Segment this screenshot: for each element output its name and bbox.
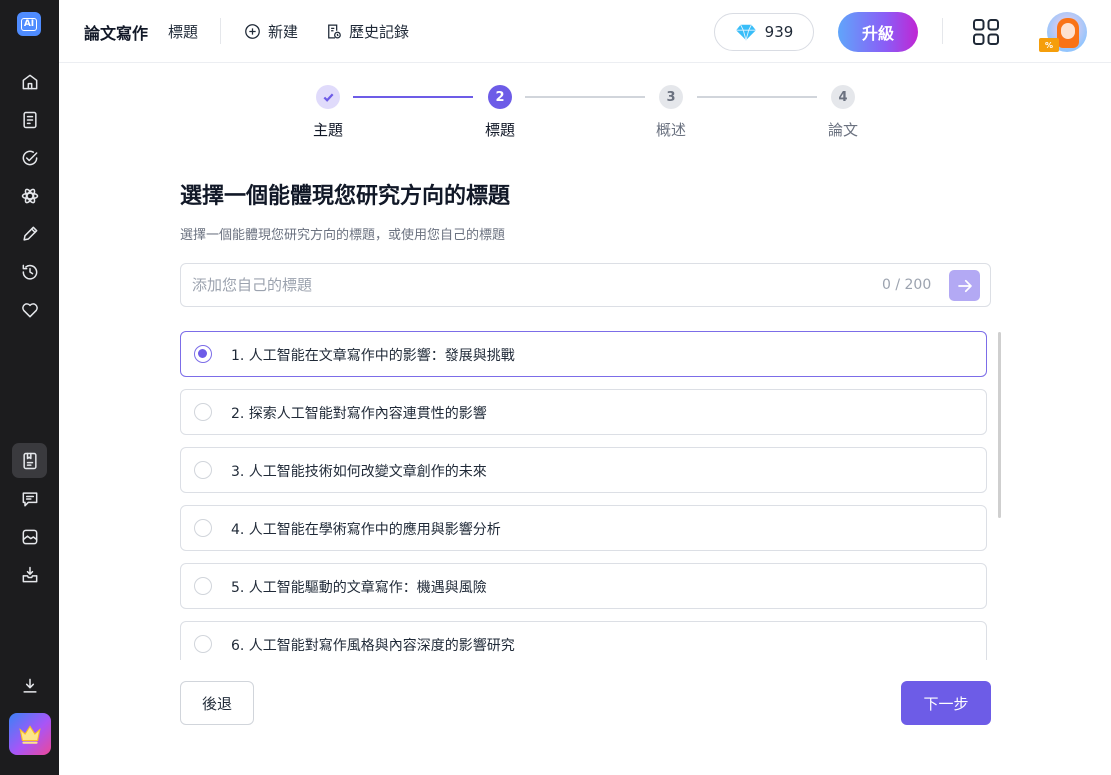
step-connector	[697, 96, 817, 98]
history-button[interactable]: 歷史記錄	[324, 21, 409, 42]
check-circle-icon[interactable]	[17, 145, 43, 171]
title-option-label: 3. 人工智能技術如何改變文章創作的未來	[231, 464, 487, 480]
step-connector	[353, 96, 473, 98]
new-label: 新建	[268, 23, 299, 41]
title-option[interactable]: 3. 人工智能技術如何改變文章創作的未來	[180, 447, 987, 493]
step-2-label: 標題	[484, 121, 515, 139]
next-button[interactable]: 下一步	[901, 681, 991, 725]
top-bar: 論文寫作 標題 新建 歷史記錄 939 升級 %	[59, 0, 1111, 63]
custom-title-input[interactable]	[192, 264, 872, 306]
radio-button[interactable]	[194, 519, 212, 537]
upgrade-button[interactable]: 升級	[838, 12, 918, 52]
title-options-list: 1. 人工智能在文章寫作中的影響：發展與挑戰 2. 探索人工智能對寫作內容連貫性…	[180, 330, 992, 660]
stepper: 2 3 4 主題 標題 概述 論文	[59, 63, 1111, 143]
image-icon[interactable]	[17, 524, 43, 550]
heart-icon[interactable]	[17, 297, 43, 323]
credits-badge[interactable]: 939	[714, 13, 814, 51]
atom-icon[interactable]	[17, 183, 43, 209]
step-3-label: 概述	[655, 121, 686, 139]
app-title: 論文寫作	[84, 24, 149, 43]
radio-button[interactable]	[194, 577, 212, 595]
title-option[interactable]: 2. 探索人工智能對寫作內容連貫性的影響	[180, 389, 987, 435]
download-icon[interactable]	[17, 673, 43, 699]
history-label: 歷史記錄	[349, 23, 410, 41]
crown-icon[interactable]	[9, 713, 51, 755]
page-title: 選擇一個能體現您研究方向的標題	[180, 184, 511, 209]
divider	[942, 18, 943, 44]
home-icon[interactable]	[17, 69, 43, 95]
step-2-circle: 2	[488, 85, 512, 109]
nav-title[interactable]: 標題	[168, 21, 198, 42]
paper-writing-icon[interactable]	[12, 443, 47, 478]
title-option[interactable]: 6. 人工智能對寫作風格與內容深度的影響研究	[180, 621, 987, 660]
char-count: 0 / 200	[882, 277, 932, 293]
submit-title-button[interactable]	[949, 270, 980, 301]
apps-grid-icon[interactable]	[972, 18, 1000, 46]
inbox-icon[interactable]	[17, 562, 43, 588]
history-doc-icon	[328, 24, 341, 39]
radio-button[interactable]	[194, 461, 212, 479]
custom-title-field: 0 / 200	[180, 263, 991, 307]
history-icon[interactable]	[17, 259, 43, 285]
app-logo[interactable]: AI	[17, 12, 41, 36]
title-option-label: 4. 人工智能在學術寫作中的應用與影響分析	[231, 522, 501, 538]
plus-circle-icon	[245, 24, 260, 39]
sidebar: AI	[0, 0, 59, 775]
step-4-circle: 4	[831, 85, 855, 109]
discount-badge: %	[1039, 38, 1059, 52]
back-button[interactable]: 後退	[180, 681, 254, 725]
radio-button[interactable]	[194, 345, 212, 363]
step-4-label: 論文	[827, 121, 858, 139]
step-1-check-icon	[316, 85, 340, 109]
credits-value: 939	[764, 23, 794, 41]
diamond-icon	[735, 24, 756, 41]
divider	[220, 18, 221, 44]
title-option[interactable]: 5. 人工智能驅動的文章寫作：機遇與風險	[180, 563, 987, 609]
step-3-circle: 3	[659, 85, 683, 109]
options-scrollbar[interactable]	[998, 332, 1001, 518]
arrow-right-icon	[957, 279, 972, 292]
nav-title-label: 標題	[168, 23, 199, 41]
title-option-label: 6. 人工智能對寫作風格與內容深度的影響研究	[231, 638, 515, 654]
title-option-label: 1. 人工智能在文章寫作中的影響：發展與挑戰	[231, 348, 515, 364]
chat-icon[interactable]	[17, 486, 43, 512]
title-option[interactable]: 4. 人工智能在學術寫作中的應用與影響分析	[180, 505, 987, 551]
page-subtitle: 選擇一個能體現您研究方向的標題，或使用您自己的標題	[180, 228, 506, 243]
radio-button[interactable]	[194, 403, 212, 421]
step-connector	[525, 96, 645, 98]
title-option-label: 2. 探索人工智能對寫作內容連貫性的影響	[231, 406, 487, 422]
avatar-face	[1061, 23, 1075, 39]
title-option-label: 5. 人工智能驅動的文章寫作：機遇與風險	[231, 580, 487, 596]
radio-button[interactable]	[194, 635, 212, 653]
logo-text: AI	[20, 17, 38, 31]
pencil-icon[interactable]	[17, 221, 43, 247]
step-1-label: 主題	[312, 121, 343, 139]
title-option[interactable]: 1. 人工智能在文章寫作中的影響：發展與挑戰	[180, 331, 987, 377]
new-button[interactable]: 新建	[243, 21, 298, 42]
document-icon[interactable]	[17, 107, 43, 133]
